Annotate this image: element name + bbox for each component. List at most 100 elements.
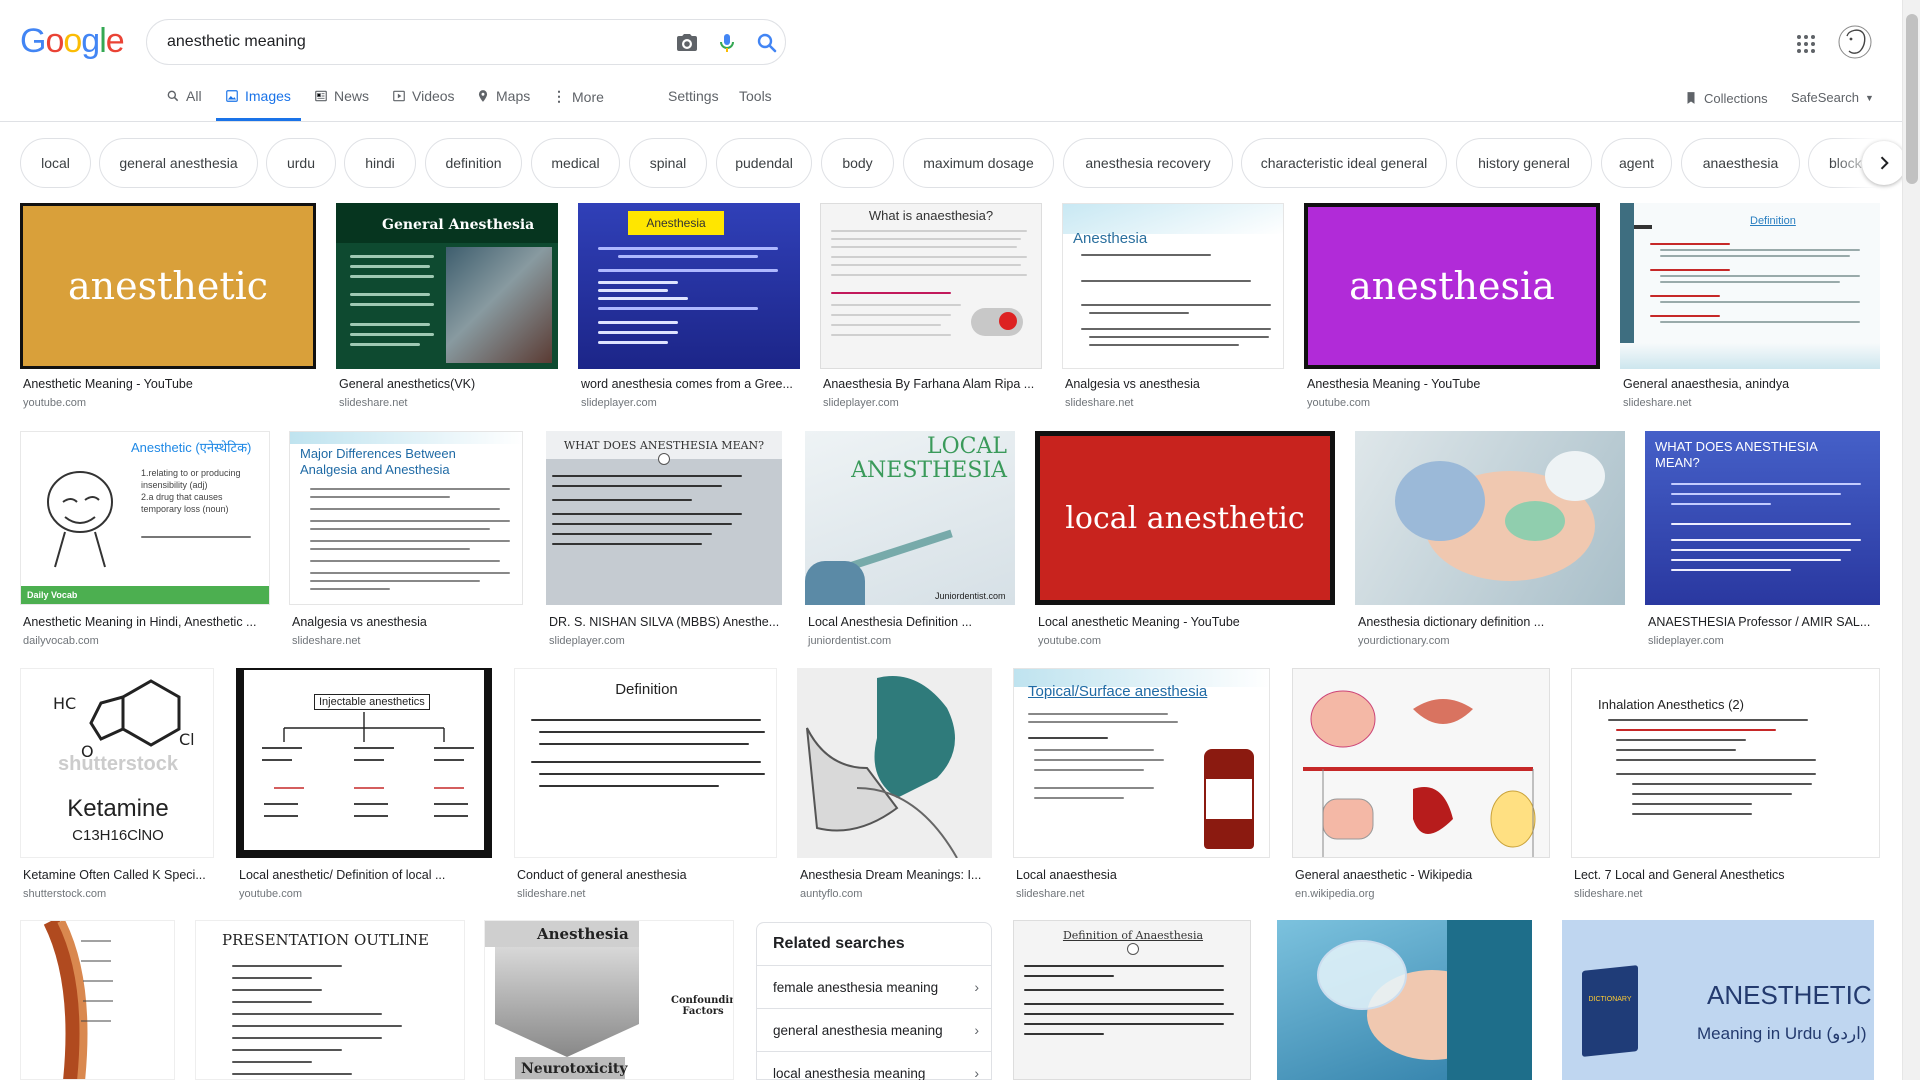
result-source[interactable]: shutterstock.com	[23, 888, 106, 900]
chip[interactable]: medical	[531, 138, 620, 188]
image-result[interactable]: Anesthesia Dream Meanings: I... auntyflo…	[797, 668, 992, 900]
result-thumbnail[interactable]: General Anesthesia	[336, 203, 558, 369]
result-thumbnail[interactable]	[20, 920, 175, 1080]
result-thumbnail[interactable]	[1355, 431, 1625, 605]
result-source[interactable]: juniordentist.com	[808, 635, 891, 647]
image-result[interactable]: Injectable anesthetics Local anesthetic/…	[236, 668, 492, 900]
result-thumbnail[interactable]: Major Differences Between Analgesia and …	[289, 431, 523, 605]
result-source[interactable]: auntyflo.com	[800, 888, 862, 900]
result-thumbnail[interactable]: DICTIONARY ANESTHETIC Meaning in Urdu (ا…	[1562, 920, 1874, 1080]
result-title[interactable]: Lect. 7 Local and General Anesthetics	[1574, 868, 1879, 882]
result-source[interactable]: slideshare.net	[292, 635, 361, 647]
search-icon[interactable]	[755, 31, 779, 55]
image-result[interactable]: Major Differences Between Analgesia and …	[289, 431, 523, 647]
image-result[interactable]: Definition of Anaesthesia	[1013, 920, 1251, 1080]
result-source[interactable]: youtube.com	[239, 888, 302, 900]
related-search-item[interactable]: general anesthesia meaning ›	[757, 1008, 991, 1051]
result-thumbnail[interactable]	[1292, 668, 1550, 858]
image-result[interactable]: WHAT DOES ANESTHESIA MEAN? ANAESTHESIA P…	[1645, 431, 1880, 647]
result-thumbnail[interactable]	[797, 668, 992, 858]
result-source[interactable]: slideshare.net	[1016, 888, 1085, 900]
result-thumbnail[interactable]: Inhalation Anesthetics (2)	[1571, 668, 1880, 858]
image-result[interactable]: Anesthesia Neurotoxicity Confounding Fac…	[484, 920, 734, 1080]
result-source[interactable]: slideplayer.com	[1648, 635, 1724, 647]
result-source[interactable]: youtube.com	[1038, 635, 1101, 647]
result-thumbnail[interactable]: Definition of Anaesthesia	[1013, 920, 1251, 1080]
result-thumbnail[interactable]: Topical/Surface anesthesia	[1013, 668, 1270, 858]
tab-maps[interactable]: Maps	[476, 88, 530, 104]
image-result[interactable]: What is anaesthesia? Anaesthesia By Farh…	[820, 203, 1042, 413]
image-result[interactable]: PRESENTATION OUTLINE	[195, 920, 465, 1080]
result-title[interactable]: word anesthesia comes from a Gree...	[581, 377, 799, 391]
camera-icon[interactable]	[675, 31, 699, 55]
page-scrollbar[interactable]	[1902, 0, 1920, 1080]
image-result[interactable]: Anesthesia word anesthesia comes from a …	[578, 203, 800, 413]
google-logo[interactable]: Google	[20, 22, 125, 61]
chip[interactable]: hindi	[344, 138, 416, 188]
result-title[interactable]: Analgesia vs anesthesia	[1065, 377, 1283, 391]
chip[interactable]: definition	[425, 138, 522, 188]
image-result[interactable]: Cl HC O shutterstock Ketamine C13H16ClNO K…	[20, 668, 214, 900]
result-source[interactable]: slideshare.net	[339, 397, 408, 409]
result-title[interactable]: General anaesthesia, anindya	[1623, 377, 1877, 391]
result-source[interactable]: slideshare.net	[1574, 888, 1643, 900]
result-thumbnail[interactable]: LOCAL ANESTHESIA Juniordentist.com	[805, 431, 1015, 605]
image-result[interactable]: anesthetic Anesthetic Meaning - YouTube …	[20, 203, 316, 413]
chip[interactable]: history general	[1456, 138, 1592, 188]
result-title[interactable]: Ketamine Often Called K Speci...	[23, 868, 211, 882]
chip[interactable]: maximum dosage	[903, 138, 1054, 188]
result-title[interactable]: Conduct of general anesthesia	[517, 868, 776, 882]
result-source[interactable]: yourdictionary.com	[1358, 635, 1450, 647]
result-source[interactable]: youtube.com	[1307, 397, 1370, 409]
chips-next-button[interactable]	[1862, 141, 1906, 185]
result-source[interactable]: slideplayer.com	[823, 397, 899, 409]
result-thumbnail[interactable]: WHAT DOES ANESTHESIA MEAN?	[546, 431, 782, 605]
result-source[interactable]: en.wikipedia.org	[1295, 888, 1375, 900]
result-thumbnail[interactable]: Anesthesia Neurotoxicity Confounding Fac…	[484, 920, 734, 1080]
safesearch-button[interactable]: SafeSearch ▼	[1791, 90, 1874, 105]
image-result[interactable]: Definition Conduct of general anesthesia…	[514, 668, 777, 900]
result-title[interactable]: Local anesthetic Meaning - YouTube	[1038, 615, 1334, 629]
result-title[interactable]: Anaesthesia By Farhana Alam Ripa ...	[823, 377, 1041, 391]
image-result[interactable]	[20, 920, 175, 1080]
result-source[interactable]: slideshare.net	[1623, 397, 1692, 409]
image-result[interactable]: General Anesthesia General anesthetics(V…	[336, 203, 558, 413]
image-result[interactable]: anesthesia Anesthesia Meaning - YouTube …	[1304, 203, 1600, 413]
result-source[interactable]: slideshare.net	[517, 888, 586, 900]
image-result[interactable]: General anaesthetic - Wikipedia en.wikip…	[1292, 668, 1550, 900]
related-search-item[interactable]: female anesthesia meaning ›	[757, 965, 991, 1008]
chip[interactable]: characteristic ideal general	[1241, 138, 1447, 188]
result-source[interactable]: youtube.com	[23, 397, 86, 409]
image-result[interactable]	[1277, 920, 1532, 1080]
result-thumbnail[interactable]: Anesthesia	[578, 203, 800, 369]
result-source[interactable]: slideplayer.com	[549, 635, 625, 647]
result-title[interactable]: ANAESTHESIA Professor / AMIR SAL...	[1648, 615, 1879, 629]
result-thumbnail[interactable]: PRESENTATION OUTLINE	[195, 920, 465, 1080]
result-title[interactable]: Anesthetic Meaning - YouTube	[23, 377, 313, 391]
image-result[interactable]: WHAT DOES ANESTHESIA MEAN? DR. S. NISHAN…	[546, 431, 782, 647]
result-thumbnail[interactable]: What is anaesthesia?	[820, 203, 1042, 369]
result-title[interactable]: DR. S. NISHAN SILVA (MBBS) Anesthe...	[549, 615, 781, 629]
result-title[interactable]: General anaesthetic - Wikipedia	[1295, 868, 1549, 882]
result-thumbnail[interactable]: Definition	[1620, 203, 1880, 369]
result-title[interactable]: Anesthesia dictionary definition ...	[1358, 615, 1624, 629]
result-thumbnail[interactable]: anesthetic	[20, 203, 316, 369]
result-thumbnail[interactable]: Cl HC O shutterstock Ketamine C13H16ClNO	[20, 668, 214, 858]
chip[interactable]: general anesthesia	[99, 138, 258, 188]
chip[interactable]: spinal	[629, 138, 707, 188]
result-title[interactable]: Analgesia vs anesthesia	[292, 615, 522, 629]
result-source[interactable]: dailyvocab.com	[23, 635, 99, 647]
image-result[interactable]: LOCAL ANESTHESIA Juniordentist.com Local…	[805, 431, 1015, 647]
microphone-icon[interactable]	[715, 31, 739, 55]
image-result[interactable]: Anesthesia Analgesia vs anesthesia slide…	[1062, 203, 1284, 413]
result-title[interactable]: General anesthetics(VK)	[339, 377, 557, 391]
tab-images[interactable]: Images	[225, 88, 291, 104]
result-thumbnail[interactable]: Anesthetic (एनेस्थेटिक) 1.relating to or…	[20, 431, 270, 605]
chip[interactable]: local	[20, 138, 91, 188]
chip[interactable]: anaesthesia	[1681, 138, 1800, 188]
result-title[interactable]: Local Anesthesia Definition ...	[808, 615, 1014, 629]
chip[interactable]: body	[821, 138, 894, 188]
tab-news[interactable]: News	[314, 88, 369, 104]
result-source[interactable]: slideshare.net	[1065, 397, 1134, 409]
settings-link[interactable]: Settings	[668, 88, 719, 104]
